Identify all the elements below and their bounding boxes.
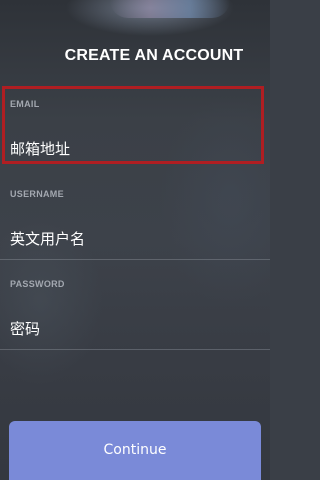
username-label: USERNAME (10, 189, 64, 199)
continue-button[interactable]: Continue (9, 421, 261, 480)
password-field[interactable]: 密码 (10, 318, 40, 339)
password-underline (0, 349, 270, 350)
password-label: PASSWORD (10, 279, 65, 289)
page-title: CREATE AN ACCOUNT (64, 47, 244, 64)
username-field[interactable]: 英文用户名 (10, 228, 85, 249)
email-field-highlight (2, 86, 264, 164)
username-underline (0, 259, 270, 260)
header-artwork (110, 0, 230, 18)
